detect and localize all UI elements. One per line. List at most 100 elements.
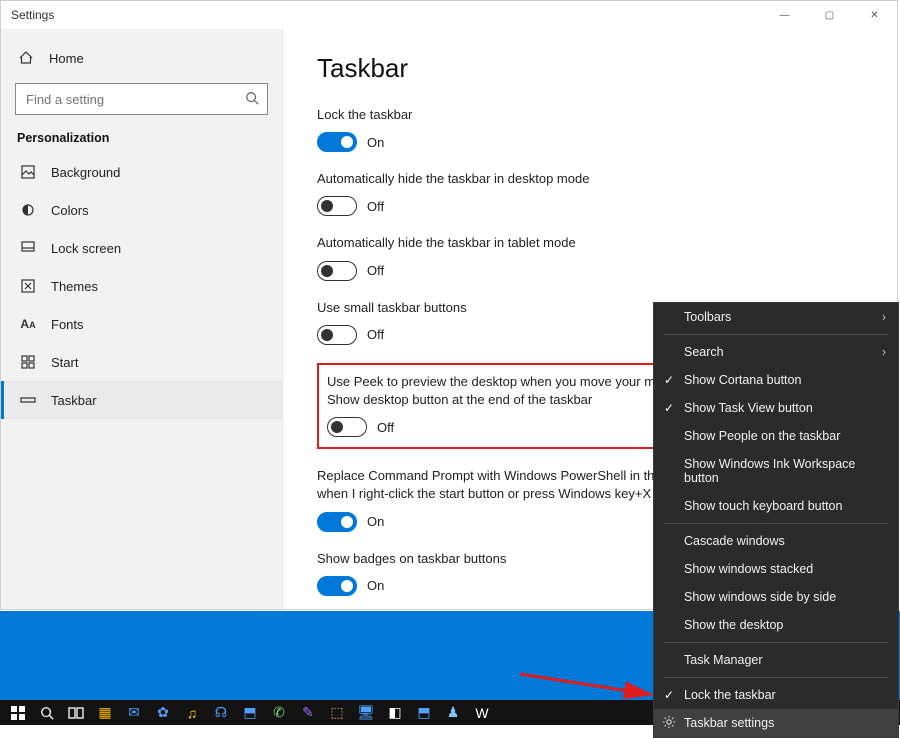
setting-label: Automatically hide the taskbar in tablet… <box>317 234 717 252</box>
search-icon <box>245 91 259 108</box>
app-icon[interactable]: ✉ <box>120 702 148 724</box>
start-button[interactable] <box>4 702 32 724</box>
menu-item-label: Show Task View button <box>684 401 813 415</box>
search-button[interactable] <box>33 702 61 724</box>
toggle-switch[interactable] <box>317 261 357 281</box>
menu-item-label: Search <box>684 345 724 359</box>
setting-2: Automatically hide the taskbar in tablet… <box>317 234 869 280</box>
menu-item-show-the-desktop[interactable]: Show the desktop <box>654 611 898 639</box>
menu-item-label: Toolbars <box>684 310 731 324</box>
home-icon <box>17 49 35 67</box>
setting-1: Automatically hide the taskbar in deskto… <box>317 170 869 216</box>
menu-item-toolbars[interactable]: Toolbars › <box>654 303 898 331</box>
page-title: Taskbar <box>317 53 869 84</box>
menu-item-taskbar-settings[interactable]: Taskbar settings <box>654 709 898 737</box>
maximize-button[interactable]: ▢ <box>807 1 852 29</box>
setting-label: Automatically hide the taskbar in deskto… <box>317 170 717 188</box>
app-icon[interactable]: ✆ <box>265 702 293 724</box>
sidebar-item-taskbar[interactable]: Taskbar <box>1 381 282 419</box>
toggle-state: Off <box>367 263 384 278</box>
app-icon[interactable]: ♫ <box>178 702 206 724</box>
app-icon[interactable]: ◧ <box>381 702 409 724</box>
menu-item-label: Lock the taskbar <box>684 688 776 702</box>
sidebar-icon <box>19 163 37 181</box>
app-icon[interactable]: ⬚ <box>323 702 351 724</box>
sidebar-icon <box>19 201 37 219</box>
check-icon: ✓ <box>664 688 674 702</box>
app-icon[interactable]: 🖥 <box>352 702 380 724</box>
setting-0: Lock the taskbarOn <box>317 106 869 152</box>
sidebar-item-themes[interactable]: Themes <box>1 267 282 305</box>
home-button[interactable]: Home <box>1 39 282 77</box>
menu-item-show-touch-keyboard-button[interactable]: Show touch keyboard button <box>654 492 898 520</box>
menu-separator <box>664 523 888 524</box>
toggle-switch[interactable] <box>327 417 367 437</box>
sidebar-section-title: Personalization <box>1 121 282 153</box>
app-icon[interactable]: ⬒ <box>410 702 438 724</box>
sidebar-icon <box>19 277 37 295</box>
menu-item-show-people-on-the-taskbar[interactable]: Show People on the taskbar <box>654 422 898 450</box>
sidebar-item-colors[interactable]: Colors <box>1 191 282 229</box>
sidebar-icon <box>19 391 37 409</box>
menu-item-label: Task Manager <box>684 653 763 667</box>
menu-item-show-windows-stacked[interactable]: Show windows stacked <box>654 555 898 583</box>
app-icon[interactable]: ▦ <box>91 702 119 724</box>
sidebar-item-label: Start <box>51 355 78 370</box>
taskview-button[interactable] <box>62 702 90 724</box>
toggle-state: On <box>367 578 384 593</box>
menu-item-label: Cascade windows <box>684 534 785 548</box>
app-icon[interactable]: ♟ <box>439 702 467 724</box>
app-icon[interactable]: ✿ <box>149 702 177 724</box>
taskbar-context-menu[interactable]: Toolbars›Search›✓Show Cortana button✓Sho… <box>653 302 899 738</box>
close-button[interactable]: ✕ <box>852 1 897 29</box>
minimize-button[interactable]: — <box>762 1 807 29</box>
app-icon[interactable]: ☊ <box>207 702 235 724</box>
window-controls: — ▢ ✕ <box>762 1 897 29</box>
menu-item-task-manager[interactable]: Task Manager <box>654 646 898 674</box>
sidebar-item-fonts[interactable]: AAFonts <box>1 305 282 343</box>
app-icon[interactable]: W <box>468 702 496 724</box>
sidebar-item-start[interactable]: Start <box>1 343 282 381</box>
chevron-right-icon: › <box>882 345 886 359</box>
app-icon[interactable]: ⬒ <box>236 702 264 724</box>
toggle-state: On <box>367 514 384 529</box>
taskbar-pinned-apps: ▦ ✉ ✿ ♫ ☊ ⬒ ✆ ✎ ⬚ 🖥 ◧ ⬒ ♟ W <box>4 702 496 724</box>
menu-item-show-task-view-button[interactable]: ✓Show Task View button <box>654 394 898 422</box>
toggle-switch[interactable] <box>317 576 357 596</box>
sidebar-item-label: Taskbar <box>51 393 97 408</box>
toggle-state: Off <box>367 199 384 214</box>
menu-item-label: Show Cortana button <box>684 373 801 387</box>
sidebar-item-background[interactable]: Background <box>1 153 282 191</box>
toggle-switch[interactable] <box>317 325 357 345</box>
menu-item-label: Show Windows Ink Workspace button <box>684 457 886 485</box>
menu-separator <box>664 642 888 643</box>
sidebar-icon <box>19 239 37 257</box>
sidebar-icon <box>19 353 37 371</box>
search-input[interactable] <box>24 91 245 108</box>
sidebar-item-lock-screen[interactable]: Lock screen <box>1 229 282 267</box>
chevron-right-icon: › <box>882 310 886 324</box>
menu-item-label: Show the desktop <box>684 618 783 632</box>
toggle-state: Off <box>367 327 384 342</box>
toggle-switch[interactable] <box>317 196 357 216</box>
toggle-state: On <box>367 135 384 150</box>
menu-item-label: Show windows side by side <box>684 590 836 604</box>
search-input-wrap[interactable] <box>15 83 268 115</box>
check-icon: ✓ <box>664 373 674 387</box>
menu-separator <box>664 677 888 678</box>
menu-item-show-cortana-button[interactable]: ✓ Show Cortana button <box>654 366 898 394</box>
sidebar: Home Personalization BackgroundColors Loc… <box>1 29 283 609</box>
titlebar: Settings — ▢ ✕ <box>1 1 897 29</box>
app-icon[interactable]: ✎ <box>294 702 322 724</box>
menu-item-search[interactable]: Search › <box>654 338 898 366</box>
menu-item-label: Show windows stacked <box>684 562 813 576</box>
menu-item-lock-the-taskbar[interactable]: ✓ Lock the taskbar <box>654 681 898 709</box>
menu-item-cascade-windows[interactable]: Cascade windows <box>654 527 898 555</box>
toggle-switch[interactable] <box>317 512 357 532</box>
window-title: Settings <box>11 8 54 22</box>
menu-item-show-windows-side-by-side[interactable]: Show windows side by side <box>654 583 898 611</box>
toggle-switch[interactable] <box>317 132 357 152</box>
sidebar-item-label: Lock screen <box>51 241 121 256</box>
home-label: Home <box>49 51 84 66</box>
menu-item-show-windows-ink-workspace-button[interactable]: Show Windows Ink Workspace button <box>654 450 898 492</box>
